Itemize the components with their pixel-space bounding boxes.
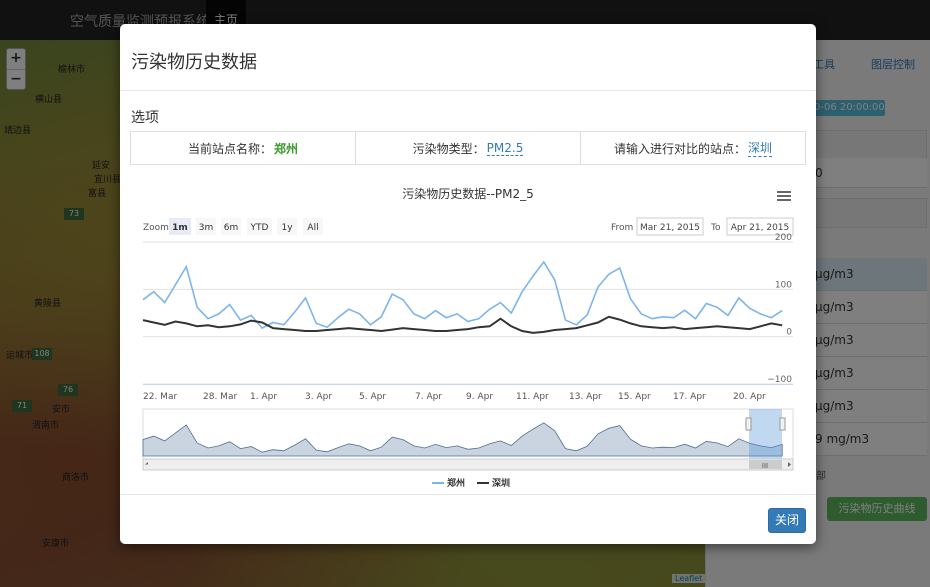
x-tick-label: 11. Apr <box>516 392 549 402</box>
from-label: From <box>611 223 633 233</box>
legend-item[interactable]: 郑州 <box>447 477 465 489</box>
y-tick-label: −100 <box>767 375 792 385</box>
history-modal: 污染物历史数据 选项 当前站点名称： 郑州 污染物类型： PM2.5 请输入进行… <box>120 24 816 544</box>
history-chart: 污染物历史数据--PM2_5 Zoom 1m 3m 6m YTD 1y All From … <box>120 174 816 494</box>
x-tick-label: 22. Mar <box>143 392 177 402</box>
hamburger-menu-icon[interactable] <box>777 191 791 201</box>
range-button-1y[interactable]: 1y <box>281 223 293 233</box>
x-axis-labels: 22. Mar 28. Mar 1. Apr 3. Apr 5. Apr 7. Apr 9.… <box>143 392 766 402</box>
chart-legend: 郑州 深圳 <box>432 477 510 489</box>
y-tick-label: 0 <box>786 328 792 338</box>
options-bar: 当前站点名称： 郑州 污染物类型： PM2.5 请输入进行对比的站点： 深圳 <box>130 131 806 165</box>
range-button-1m[interactable]: 1m <box>172 223 188 233</box>
date-range-inputs: From Mar 21, 2015 To Apr 21, 2015 <box>611 217 794 236</box>
modal-divider <box>120 90 816 91</box>
chart-grid <box>143 241 793 385</box>
x-tick-label: 3. Apr <box>305 392 332 402</box>
compare-option: 请输入进行对比的站点： 深圳 <box>580 132 805 164</box>
x-tick-label: 13. Apr <box>569 392 602 402</box>
navigator-left-handle[interactable] <box>745 417 752 431</box>
modal-title: 污染物历史数据 <box>131 52 257 73</box>
range-button-3m[interactable]: 3m <box>199 223 214 233</box>
x-tick-label: 9. Apr <box>466 392 493 402</box>
from-date-input[interactable]: Mar 21, 2015 <box>640 223 700 233</box>
navigator-scrollbar[interactable] <box>142 458 794 471</box>
y-tick-label: 200 <box>775 233 792 243</box>
y-tick-label: 100 <box>775 280 792 290</box>
close-button[interactable]: 关闭 <box>768 508 806 533</box>
x-tick-label: 7. Apr <box>415 392 442 402</box>
to-label: To <box>710 223 721 233</box>
chart-title: 污染物历史数据--PM2_5 <box>402 186 534 201</box>
navigator-selection[interactable] <box>749 409 782 459</box>
compare-label: 请输入进行对比的站点： <box>613 141 746 156</box>
station-option: 当前站点名称： 郑州 <box>131 132 355 164</box>
legend-item[interactable]: 深圳 <box>492 477 510 489</box>
x-tick-label: 1. Apr <box>250 392 277 402</box>
pollutant-option: 污染物类型： PM2.5 <box>355 132 580 164</box>
x-tick-label: 28. Mar <box>203 392 237 402</box>
range-button-YTD[interactable]: YTD <box>250 223 269 233</box>
range-button-All[interactable]: All <box>307 223 318 233</box>
series-line-shenzhen <box>142 315 783 334</box>
x-tick-label: 5. Apr <box>359 392 386 402</box>
series-line-zhengzhou <box>142 260 783 330</box>
x-tick-label: 15. Apr <box>618 392 651 402</box>
y-axis-labels: 200 100 0 −100 <box>767 233 792 385</box>
compare-station-input[interactable]: 深圳 <box>748 139 773 157</box>
station-value: 郑州 <box>274 141 299 156</box>
history-chart-svg: 污染物历史数据--PM2_5 Zoom 1m 3m 6m YTD 1y All From … <box>142 186 794 489</box>
pollutant-label: 污染物类型： <box>412 141 485 156</box>
zoom-label: Zoom <box>143 223 169 233</box>
navigator-right-handle[interactable] <box>779 417 786 431</box>
plot-series <box>142 260 783 334</box>
range-selector: Zoom 1m 3m 6m YTD 1y All <box>143 218 323 235</box>
station-label: 当前站点名称： <box>187 141 272 156</box>
modal-footer-divider <box>120 494 816 495</box>
x-tick-label: 20. Apr <box>733 392 766 402</box>
pollutant-select[interactable]: PM2.5 <box>486 141 524 156</box>
options-heading: 选项 <box>131 110 159 126</box>
x-tick-label: 17. Apr <box>673 392 706 402</box>
to-date-input[interactable]: Apr 21, 2015 <box>731 223 790 233</box>
range-button-6m[interactable]: 6m <box>224 223 239 233</box>
scrollbar-grip-icon: III <box>762 462 768 470</box>
